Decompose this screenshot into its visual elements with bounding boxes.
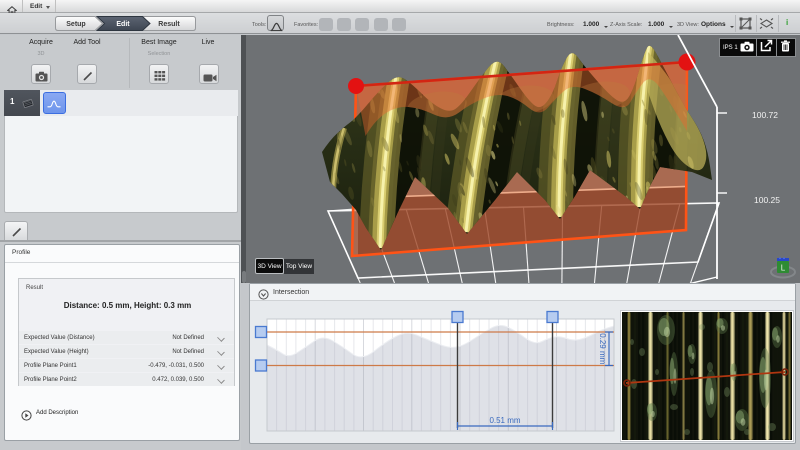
svg-text:0.51 mm: 0.51 mm — [489, 416, 520, 425]
svg-text:100.25: 100.25 — [754, 195, 780, 205]
svg-text:0.29 mm: 0.29 mm — [598, 333, 607, 364]
svg-text:Edit: Edit — [116, 21, 130, 28]
svg-text:L: L — [781, 264, 786, 273]
svg-text:100.72: 100.72 — [752, 110, 778, 120]
svg-text:Result: Result — [158, 21, 180, 28]
svg-text:Setup: Setup — [66, 21, 85, 28]
